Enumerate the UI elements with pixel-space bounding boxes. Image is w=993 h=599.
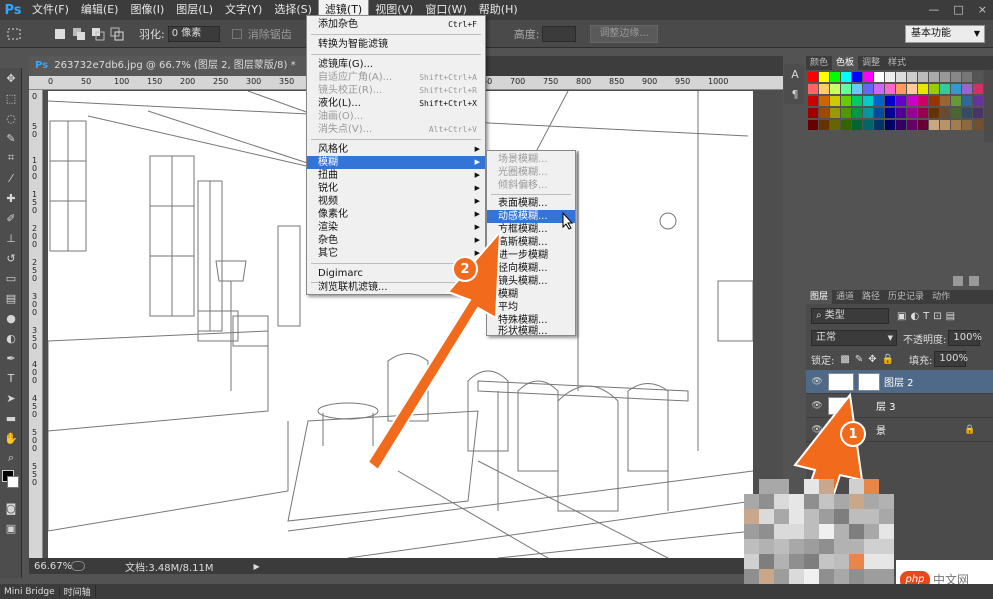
mosaic-cell: [864, 509, 879, 524]
mosaic-cell: [759, 524, 774, 539]
tab-timeline[interactable]: 时间轴: [60, 585, 96, 598]
mosaic-cell: [744, 509, 759, 524]
mosaic-cell: [744, 479, 759, 494]
mosaic-cell: [804, 554, 819, 569]
mosaic-cell: [774, 494, 789, 509]
mosaic-cell: [804, 479, 819, 494]
mosaic-cell: [834, 479, 849, 494]
mosaic-cell: [834, 539, 849, 554]
mosaic-cell: [819, 539, 834, 554]
mosaic-cell: [804, 524, 819, 539]
mosaic-cell: [744, 539, 759, 554]
step-1-badge: 1: [840, 421, 866, 447]
mosaic-cell: [879, 569, 894, 584]
mosaic-cell: [849, 524, 864, 539]
mosaic-cell: [759, 569, 774, 584]
mosaic-cell: [849, 554, 864, 569]
mosaic-cell: [864, 569, 879, 584]
mosaic-cell: [834, 494, 849, 509]
mosaic-cell: [804, 539, 819, 554]
mosaic-cell: [774, 554, 789, 569]
mosaic-cell: [759, 494, 774, 509]
mosaic-cell: [864, 494, 879, 509]
arrow-to-motion-blur: [366, 229, 502, 472]
mosaic-cell: [819, 524, 834, 539]
mosaic-cell: [774, 539, 789, 554]
mosaic-cell: [864, 539, 879, 554]
mosaic-cell: [849, 569, 864, 584]
mosaic-cell: [789, 479, 804, 494]
mosaic-cell: [774, 479, 789, 494]
mosaic-cell: [789, 539, 804, 554]
mosaic-cell: [804, 569, 819, 584]
mosaic-cell: [849, 539, 864, 554]
mosaic-cell: [774, 569, 789, 584]
mosaic-cell: [879, 554, 894, 569]
mosaic-cell: [804, 509, 819, 524]
mosaic-cell: [864, 524, 879, 539]
mosaic-cell: [744, 554, 759, 569]
mosaic-cell: [759, 554, 774, 569]
mosaic-cell: [789, 524, 804, 539]
mosaic-cell: [789, 509, 804, 524]
mosaic-cell: [744, 494, 759, 509]
mosaic-cell: [789, 494, 804, 509]
mosaic-cell: [819, 554, 834, 569]
tab-mini-bridge[interactable]: Mini Bridge: [0, 586, 60, 597]
mosaic-cell: [864, 554, 879, 569]
pixelated-region: [744, 479, 894, 599]
mosaic-cell: [849, 494, 864, 509]
mosaic-cell: [879, 494, 894, 509]
photoshop-window: Ps 文件(F) 编辑(E) 图像(I) 图层(L) 文字(Y) 选择(S) 滤…: [0, 0, 993, 599]
mosaic-cell: [834, 569, 849, 584]
mosaic-cell: [879, 479, 894, 494]
mosaic-cell: [804, 494, 819, 509]
mosaic-cell: [834, 509, 849, 524]
mosaic-cell: [879, 509, 894, 524]
mosaic-cell: [849, 509, 864, 524]
mosaic-cell: [834, 524, 849, 539]
mosaic-cell: [819, 494, 834, 509]
mosaic-cell: [789, 554, 804, 569]
mosaic-cell: [819, 569, 834, 584]
mosaic-cell: [879, 524, 894, 539]
mosaic-cell: [819, 479, 834, 494]
mosaic-cell: [759, 509, 774, 524]
bottom-tab-bar: Mini Bridge 时间轴: [0, 584, 993, 599]
mosaic-cell: [774, 509, 789, 524]
mosaic-cell: [819, 509, 834, 524]
step-2-badge: 2: [452, 256, 478, 282]
mosaic-cell: [834, 554, 849, 569]
mosaic-cell: [759, 479, 774, 494]
mosaic-cell: [789, 569, 804, 584]
mosaic-cell: [759, 539, 774, 554]
mosaic-cell: [774, 524, 789, 539]
mosaic-cell: [849, 479, 864, 494]
mosaic-cell: [744, 569, 759, 584]
mosaic-cell: [879, 539, 894, 554]
mosaic-cell: [744, 524, 759, 539]
mosaic-cell: [864, 479, 879, 494]
